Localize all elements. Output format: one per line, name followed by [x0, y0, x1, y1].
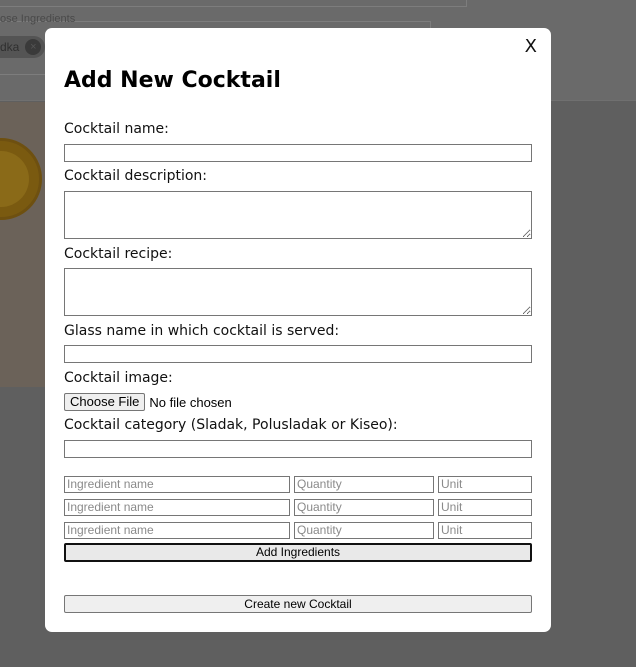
- ingredient-quantity-input[interactable]: Quantity: [294, 476, 434, 493]
- close-modal-button[interactable]: X: [525, 36, 537, 57]
- ingredient-name-input[interactable]: Ingredient name: [64, 499, 290, 516]
- cocktail-name-input[interactable]: [64, 144, 532, 162]
- create-cocktail-button[interactable]: Create new Cocktail: [64, 595, 532, 613]
- chip-remove-icon: ×: [25, 39, 42, 55]
- cocktail-recipe-textarea[interactable]: [64, 268, 532, 316]
- chip-label: dka: [0, 40, 20, 54]
- lemon-slice-image: [0, 138, 42, 220]
- ingredient-quantity-input[interactable]: Quantity: [294, 499, 434, 516]
- add-cocktail-modal: X Add New Cocktail Cocktail name: Cockta…: [45, 28, 551, 632]
- background-cocktail-image: [0, 102, 45, 387]
- cocktail-category-input[interactable]: [64, 440, 532, 458]
- add-ingredients-button[interactable]: Add Ingredients: [64, 543, 532, 562]
- cocktail-description-textarea[interactable]: [64, 191, 532, 239]
- cocktail-category-label: Cocktail category (Sladak, Polusladak or…: [64, 417, 398, 433]
- ingredient-unit-input[interactable]: Unit: [438, 476, 532, 493]
- ingredient-name-input[interactable]: Ingredient name: [64, 476, 290, 493]
- cocktail-image-label: Cocktail image:: [64, 370, 173, 386]
- background-search-field: [0, 0, 467, 7]
- choose-file-button[interactable]: Choose File: [64, 393, 146, 411]
- modal-title: Add New Cocktail: [64, 68, 281, 93]
- cocktail-description-label: Cocktail description:: [64, 168, 208, 184]
- cocktail-recipe-label: Cocktail recipe:: [64, 246, 173, 262]
- ingredient-unit-input[interactable]: Unit: [438, 522, 532, 539]
- file-status-text: No file chosen: [149, 394, 232, 410]
- ingredient-name-input[interactable]: Ingredient name: [64, 522, 290, 539]
- cocktail-name-label: Cocktail name:: [64, 121, 169, 137]
- glass-name-input[interactable]: [64, 345, 532, 363]
- glass-name-label: Glass name in which cocktail is served:: [64, 323, 340, 339]
- ingredient-unit-input[interactable]: Unit: [438, 499, 532, 516]
- background-ingredient-chip: dka ×: [0, 36, 46, 58]
- cocktail-image-file-input: Choose File No file chosen: [64, 393, 232, 411]
- background-fieldset-legend: ose Ingredients: [0, 13, 76, 25]
- ingredient-quantity-input[interactable]: Quantity: [294, 522, 434, 539]
